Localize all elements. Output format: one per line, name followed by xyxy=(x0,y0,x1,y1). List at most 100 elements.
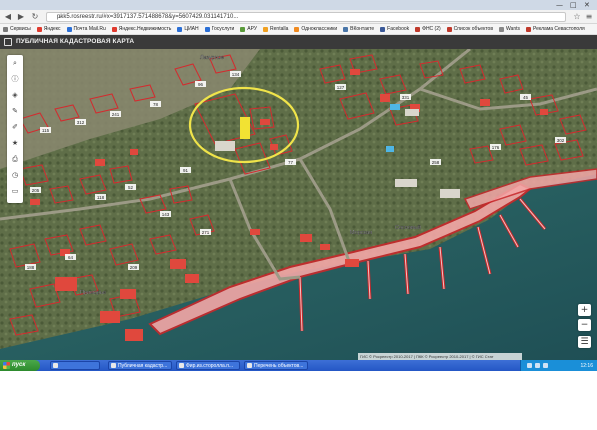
parcel-number-tag[interactable]: 45 xyxy=(520,94,531,100)
parcel-number-tag[interactable]: 331 xyxy=(400,94,411,100)
favorite-icon[interactable]: ★ xyxy=(10,138,20,148)
bookmark-favicon-icon xyxy=(204,26,210,32)
svg-text:188: 188 xyxy=(27,265,35,270)
bookmark-label: Сервисы xyxy=(10,26,31,32)
parcel-number-tag[interactable]: 312 xyxy=(75,119,86,125)
address-bar-row: ◀ ▶ ↻ ▫ pkk5.rosreestr.ru/#x=3917137.571… xyxy=(0,10,597,24)
bookmark-label: ЦИАН xyxy=(184,26,199,32)
svg-text:241: 241 xyxy=(112,112,120,117)
svg-text:271: 271 xyxy=(202,230,210,235)
tray-language-icon[interactable] xyxy=(543,363,548,368)
parcel-number-tag[interactable]: 91 xyxy=(180,167,191,173)
bookmark-item[interactable]: ВКонтакте xyxy=(340,26,377,32)
star-icon[interactable]: ☆ xyxy=(572,12,582,22)
parcel-number-tag[interactable]: 78 xyxy=(150,101,161,107)
selected-parcel[interactable] xyxy=(240,117,250,139)
maximize-icon[interactable]: □ xyxy=(570,1,577,9)
back-icon[interactable]: ◀ xyxy=(3,12,13,22)
bookmark-item[interactable]: Одноклассники xyxy=(291,26,340,32)
print-icon[interactable]: ⎙ xyxy=(10,154,20,164)
parcel-number-tag[interactable]: 176 xyxy=(490,144,501,150)
layers-icon[interactable]: ◈ xyxy=(10,90,20,100)
parcel-number-tag[interactable]: 134 xyxy=(230,71,241,77)
parcel-number-tag[interactable]: 205 xyxy=(30,187,41,193)
bookmark-favicon-icon xyxy=(240,26,246,32)
bookmark-label: ВКонтакте xyxy=(350,26,375,32)
bookmark-item[interactable]: Facebook xyxy=(377,26,412,32)
page-icon: ▫ xyxy=(59,15,62,21)
parcel-number-tag[interactable]: 115 xyxy=(40,127,51,133)
bookmark-item[interactable]: Яндекс xyxy=(34,26,64,32)
pool-2 xyxy=(386,146,394,152)
forward-icon[interactable]: ▶ xyxy=(16,12,26,22)
taskbar-item-3[interactable]: Перечень объектов... xyxy=(244,361,308,370)
start-label: пуск xyxy=(12,362,26,368)
svg-text:64: 64 xyxy=(68,255,74,260)
svg-text:52: 52 xyxy=(128,185,134,190)
parcel-number-tag[interactable]: 302 xyxy=(555,137,566,143)
parcel-number-tag[interactable]: 96 xyxy=(195,81,206,87)
map-menu-button[interactable]: ☰ xyxy=(578,336,591,348)
parcel-number-tag[interactable]: 118 xyxy=(95,194,106,200)
bookmark-item[interactable]: Яндекс.Недвижимость xyxy=(109,26,175,32)
bookmark-item[interactable]: ЦИАН xyxy=(174,26,201,32)
bookmark-item[interactable]: АРУ xyxy=(237,26,260,32)
app-title: ПУБЛИЧНАЯ КАДАСТРОВАЯ КАРТА xyxy=(16,38,135,45)
search-icon[interactable]: ⌕ xyxy=(10,58,20,68)
bookmark-item[interactable]: Госуслуги xyxy=(202,26,238,32)
taskbar-item-0[interactable] xyxy=(50,361,100,370)
bookmark-item[interactable]: Сервисы xyxy=(0,26,34,32)
parcel-number-tag[interactable]: 77 xyxy=(285,159,296,165)
parcel-number-tag[interactable]: 241 xyxy=(110,111,121,117)
place-label: Приморье xyxy=(80,290,106,296)
parcel-number-tag[interactable]: 258 xyxy=(430,159,441,165)
parcel-number-tag[interactable]: 127 xyxy=(335,84,346,90)
start-button[interactable]: пуск xyxy=(0,360,40,371)
parcel-number-tag[interactable]: 188 xyxy=(25,264,36,270)
url-input[interactable]: ▫ pkk5.rosreestr.ru/#x=3917137.571488678… xyxy=(46,12,566,22)
tray-volume-icon[interactable] xyxy=(535,363,540,368)
keyboard-icon[interactable]: ▭ xyxy=(10,186,20,196)
zoom-out-button[interactable]: − xyxy=(578,319,591,331)
taskbar-item-2[interactable]: Фир.из.сторолла.п... xyxy=(176,361,240,370)
satellite-map[interactable]: 115 312 241 78 96 134 77 205 118 52 143 271 188 64 209… xyxy=(0,49,597,360)
reload-icon[interactable]: ↻ xyxy=(30,12,40,22)
info-icon[interactable]: ⓘ xyxy=(10,74,20,84)
svg-text:302: 302 xyxy=(557,138,565,143)
bookmark-label: Одноклассники xyxy=(301,26,338,32)
bookmark-favicon-icon xyxy=(525,26,531,32)
window-titlebar: — □ ✕ xyxy=(0,0,597,10)
svg-text:91: 91 xyxy=(183,168,189,173)
bookmark-item[interactable]: Реклама Севастополя xyxy=(523,26,588,32)
bookmark-label: Wants xyxy=(506,26,520,32)
bookmark-favicon-icon xyxy=(294,26,300,32)
close-icon[interactable]: ✕ xyxy=(584,1,590,9)
bookmark-item[interactable]: ФНС (2) xyxy=(412,26,444,32)
bookmark-favicon-icon xyxy=(343,26,349,32)
taskbar-item-1[interactable]: Публичная кадастр... xyxy=(108,361,172,370)
parcel-number-tag[interactable]: 64 xyxy=(65,254,76,260)
windows-taskbar: пуск Публичная кадастр... Фир.из.сторолл… xyxy=(0,360,597,371)
svg-text:143: 143 xyxy=(162,212,170,217)
measure-icon[interactable]: ✎ xyxy=(10,106,20,116)
taskbar-item-label: Фир.из.сторолла.п... xyxy=(186,362,234,369)
bookmark-item[interactable]: Список объектов xyxy=(444,26,496,32)
place-label: Морская xyxy=(350,230,372,236)
svg-text:134: 134 xyxy=(232,72,240,77)
draw-icon[interactable]: ✐ xyxy=(10,122,20,132)
history-icon[interactable]: ◷ xyxy=(10,170,20,180)
place-label: Сосновый xyxy=(395,224,421,231)
parcel-number-tag[interactable]: 52 xyxy=(125,184,136,190)
bookmark-item[interactable]: Почта Mail.Ru xyxy=(64,26,109,32)
tray-network-icon[interactable] xyxy=(527,363,532,368)
menu-icon[interactable]: ≡ xyxy=(584,12,594,22)
parcel-number-tag[interactable]: 143 xyxy=(160,211,171,217)
zoom-in-button[interactable]: + xyxy=(578,304,591,316)
minimize-icon[interactable]: — xyxy=(556,1,563,9)
bookmark-item[interactable]: Rentalla xyxy=(260,26,291,32)
bookmark-item[interactable]: Wants xyxy=(496,26,523,32)
parcel-number-tag[interactable]: 271 xyxy=(200,229,211,235)
parcel-number-tag[interactable]: 209 xyxy=(128,264,139,270)
svg-text:96: 96 xyxy=(198,82,204,87)
map-attribution: ГИС © Росреестр 2010-2017 | ПКК © Росрее… xyxy=(358,353,522,360)
